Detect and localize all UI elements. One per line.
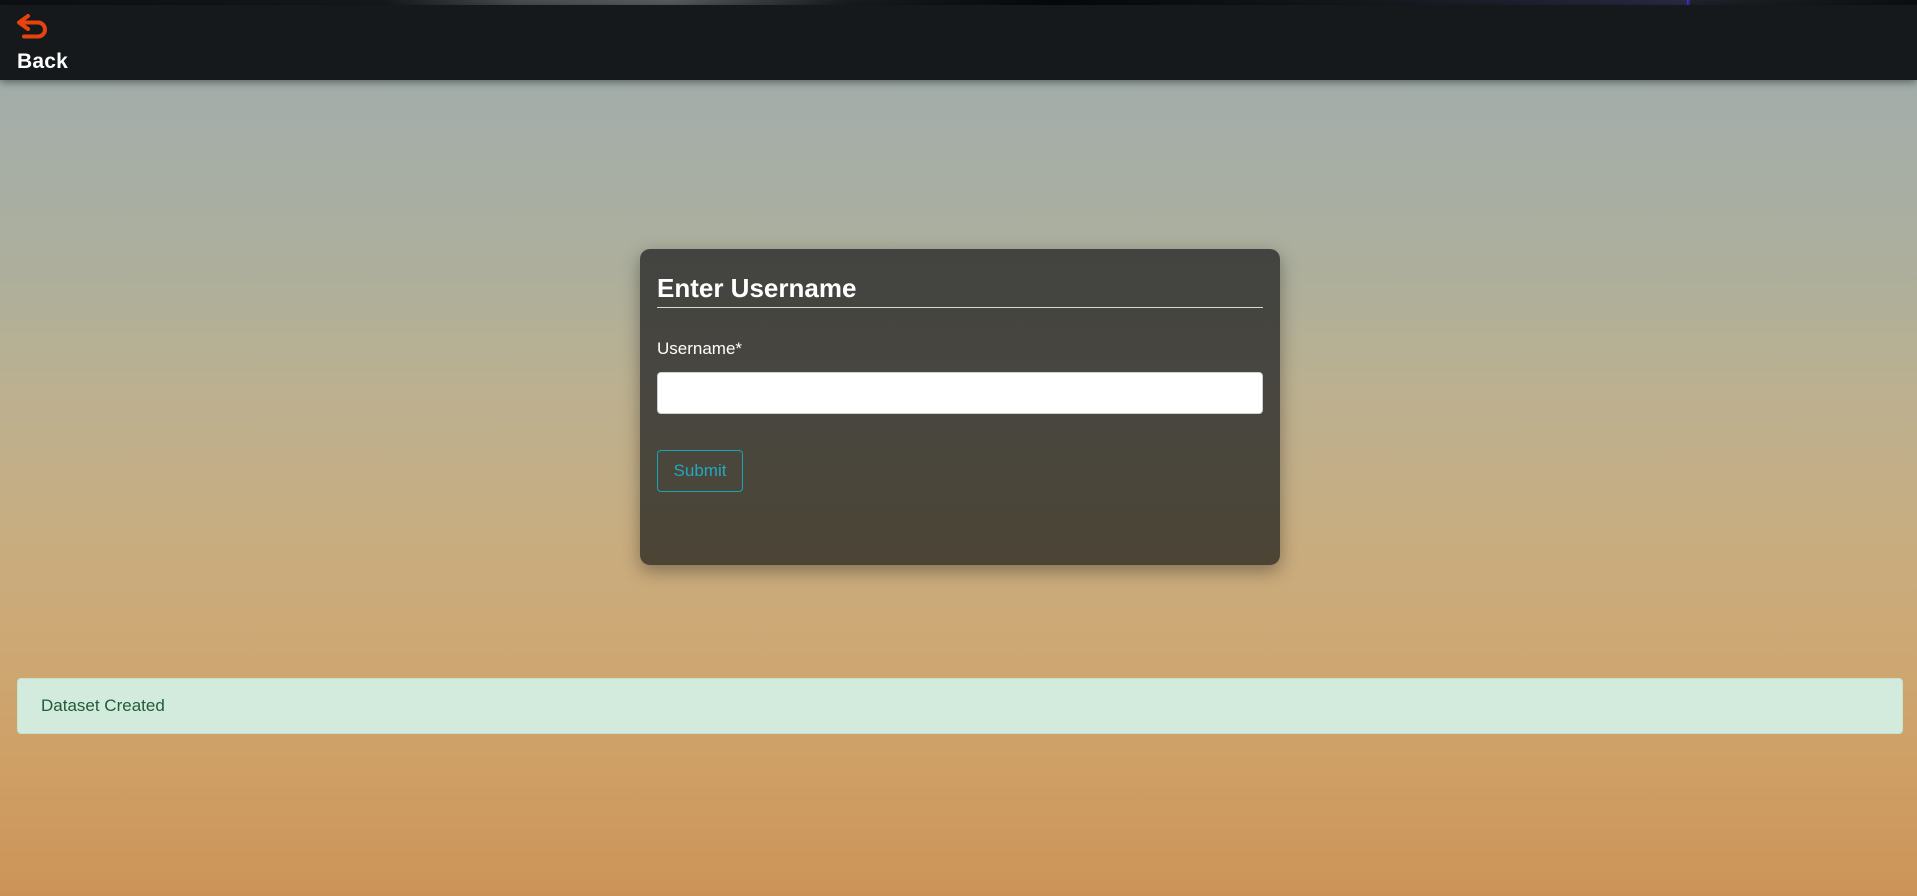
alert-message: Dataset Created	[41, 696, 165, 715]
top-navbar: Back	[0, 5, 1917, 80]
form-title: Enter Username	[657, 273, 857, 303]
title-divider	[657, 307, 1263, 308]
back-button[interactable]: Back	[16, 13, 76, 73]
username-card: Enter Username Username* Submit	[640, 249, 1280, 565]
back-label: Back	[17, 50, 69, 73]
undo-arrow-icon	[17, 14, 47, 39]
username-label: Username*	[657, 339, 743, 358]
submit-button[interactable]: Submit	[657, 450, 743, 492]
username-input[interactable]	[657, 372, 1263, 414]
success-alert: Dataset Created	[17, 678, 1903, 734]
